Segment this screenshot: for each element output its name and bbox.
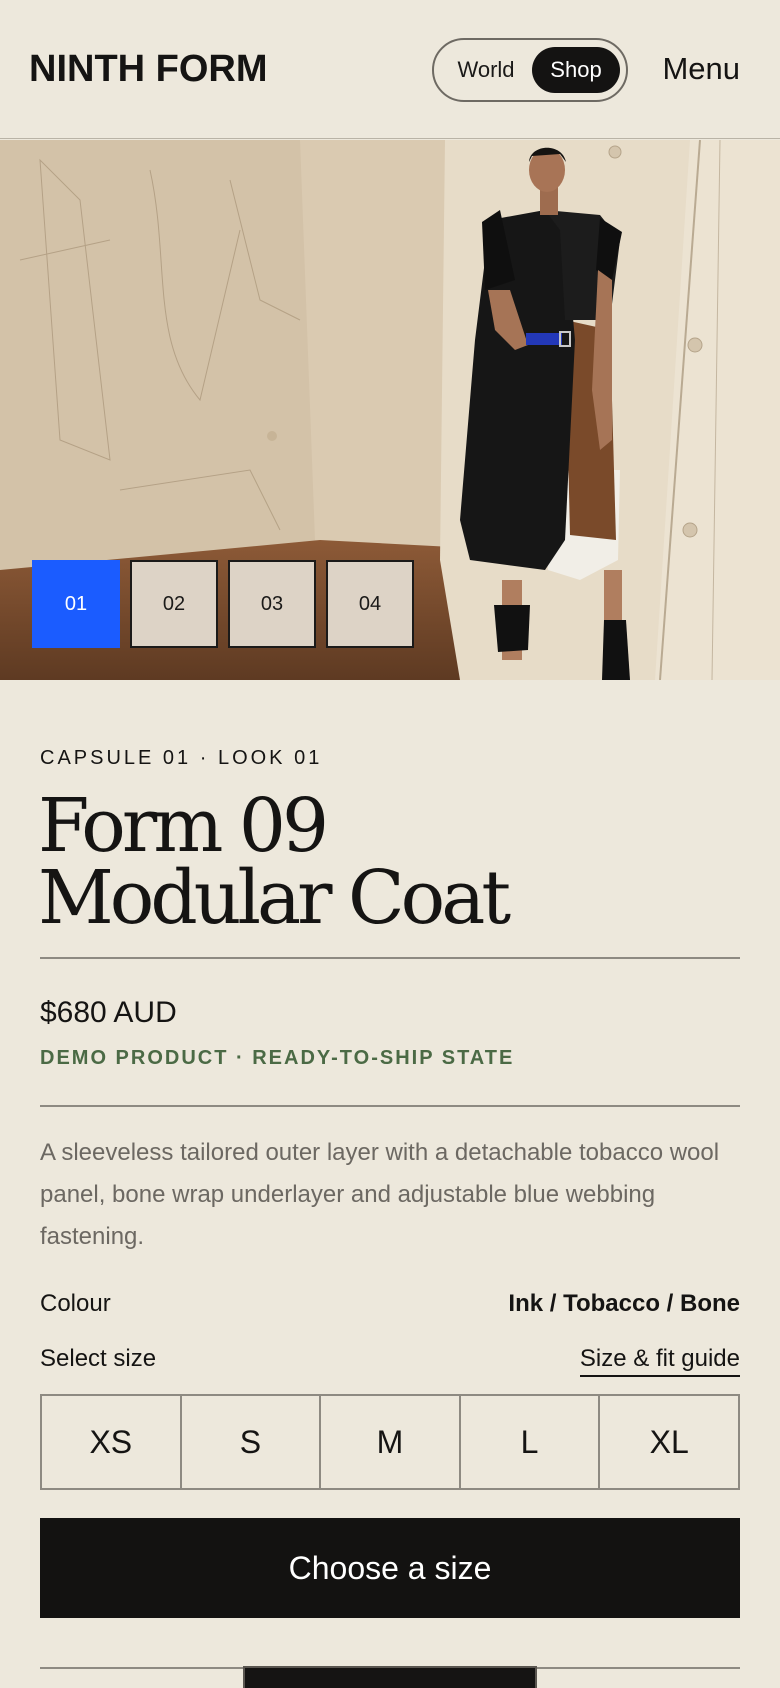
brand-logo[interactable]: NINTH FORM (29, 47, 268, 91)
divider (40, 957, 740, 959)
colour-value: Ink / Tobacco / Bone (508, 1290, 740, 1317)
menu-button[interactable]: Menu (662, 50, 740, 88)
sticky-bar[interactable] (243, 1666, 537, 1688)
gallery-thumb-03[interactable]: 03 (228, 560, 316, 648)
size-option-l[interactable]: L (461, 1396, 601, 1488)
divider (40, 1105, 740, 1107)
size-option-xs[interactable]: XS (42, 1396, 182, 1488)
size-option-s[interactable]: S (182, 1396, 322, 1488)
size-selector: XS S M L XL (40, 1394, 740, 1490)
gallery-thumb-02[interactable]: 02 (130, 560, 218, 648)
size-option-m[interactable]: M (321, 1396, 461, 1488)
product-eyebrow: CAPSULE 01 · LOOK 01 (40, 747, 323, 769)
product-price: $680 AUD (40, 996, 177, 1029)
world-toggle-option[interactable]: World (446, 47, 526, 93)
product-title: Form 09 Modular Coat (38, 789, 738, 935)
size-guide-link[interactable]: Size & fit guide (579, 1344, 740, 1377)
product-state-badge: DEMO PRODUCT · READY-TO-SHIP STATE (40, 1047, 515, 1069)
site-header: NINTH FORM World Shop Menu (0, 0, 780, 139)
choose-size-button[interactable]: Choose a size (40, 1518, 740, 1618)
world-shop-toggle: World Shop (432, 38, 628, 102)
gallery-thumb-01[interactable]: 01 (32, 560, 120, 648)
gallery-thumb-04[interactable]: 04 (326, 560, 414, 648)
colour-label: Colour (40, 1290, 111, 1317)
product-title-line2: Modular Coat (38, 855, 511, 941)
shop-toggle-option[interactable]: Shop (532, 47, 620, 93)
product-description: A sleeveless tailored outer layer with a… (40, 1139, 720, 1250)
product-gallery: 01 02 03 04 (0, 140, 780, 680)
size-label: Select size (40, 1345, 157, 1372)
size-option-xl[interactable]: XL (600, 1396, 738, 1488)
